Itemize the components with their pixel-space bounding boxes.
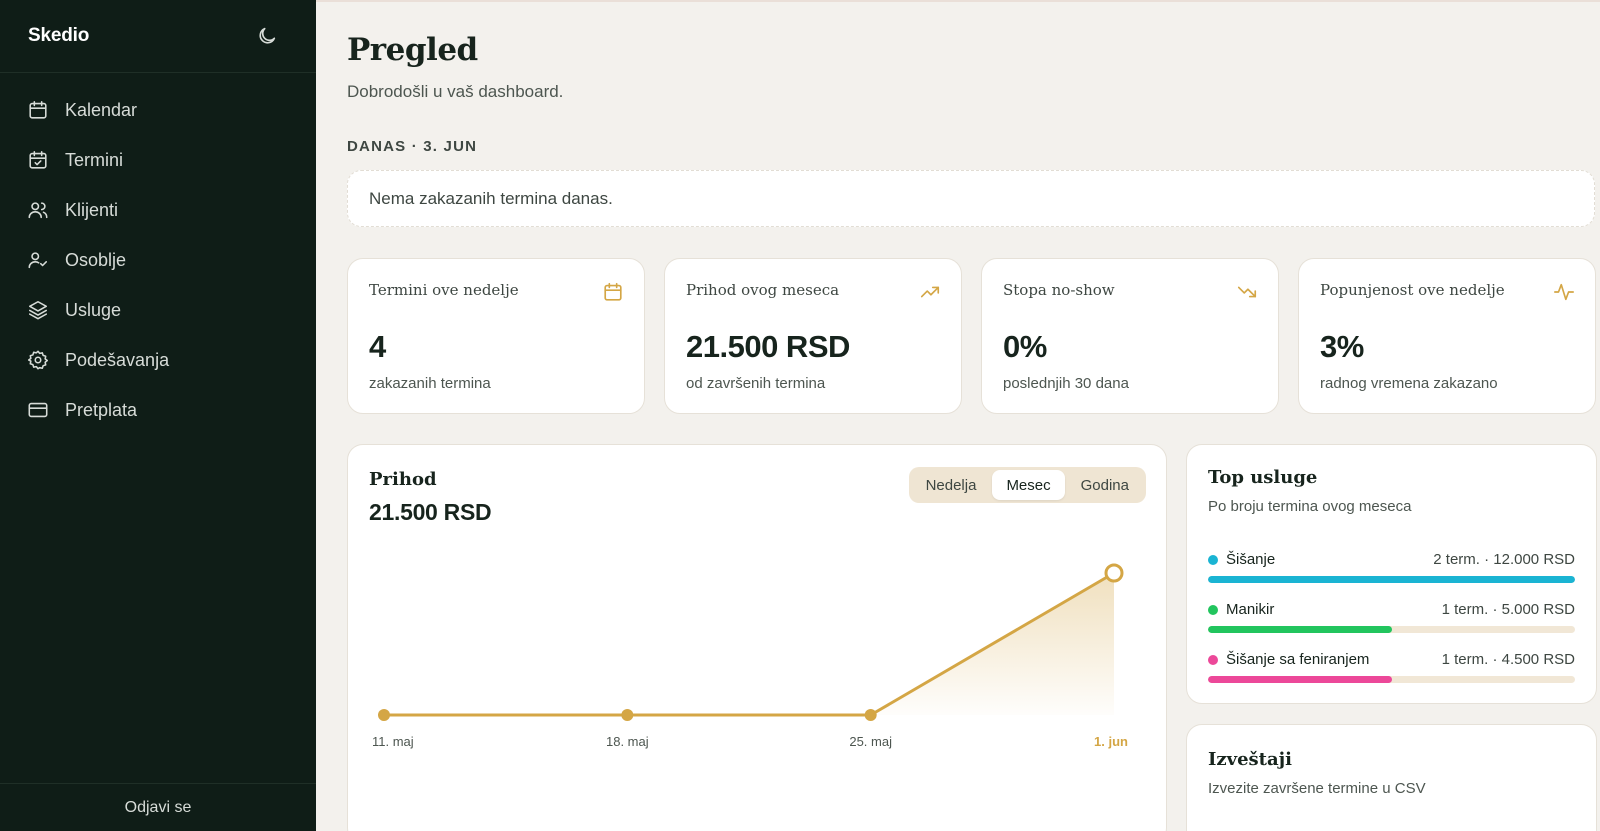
service-meta: 1 term. · 5.000 RSD: [1441, 601, 1575, 618]
service-meta: 2 term. · 12.000 RSD: [1433, 551, 1575, 568]
chart-total: 21.500 RSD: [369, 499, 492, 525]
stat-caption: od završenih termina: [686, 375, 826, 392]
stat-card-weekly-appointments: Termini ove nedelje 4 zakazanih termina: [347, 258, 645, 414]
service-row: Manikir 1 term. · 5.000 RSD: [1208, 601, 1575, 641]
sidebar-item-usluge[interactable]: Usluge: [0, 285, 316, 335]
logout-button[interactable]: Odjavi se: [0, 783, 316, 831]
empty-state-text: Nema zakazanih termina danas.: [369, 188, 613, 208]
layers-icon: [28, 300, 48, 320]
top-services-card: Top usluge Po broju termina ovog meseca …: [1186, 444, 1597, 704]
stat-caption: radnog vremena zakazano: [1320, 375, 1498, 392]
stat-caption: zakazanih termina: [369, 375, 491, 392]
sidebar: Skedio Kalendar Termini Klijenti Osoblje…: [0, 0, 316, 831]
brand-logo[interactable]: Skedio: [28, 25, 89, 47]
card-subtitle: Po broju termina ovog meseca: [1208, 498, 1412, 515]
revenue-chart-card: Prihod 21.500 RSD Nedelja Mesec Godina 1…: [347, 444, 1167, 831]
chart-area: [384, 573, 1114, 715]
theme-toggle-moon-icon[interactable]: [256, 25, 278, 47]
sidebar-item-podesavanja[interactable]: Podešavanja: [0, 335, 316, 385]
chart-x-tick-label: 25. maj: [849, 734, 892, 749]
brand-row: Skedio: [0, 0, 316, 73]
chart-point[interactable]: [1104, 563, 1124, 583]
sidebar-item-kalendar[interactable]: Kalendar: [0, 85, 316, 135]
service-bar-track: [1208, 626, 1575, 633]
sidebar-item-label: Pretplata: [65, 399, 138, 420]
stat-card-monthly-revenue: Prihod ovog meseca 21.500 RSD od završen…: [664, 258, 962, 414]
sidebar-item-label: Podešavanja: [65, 349, 170, 370]
calendar-icon: [29, 100, 47, 119]
chart-point[interactable]: [621, 709, 634, 721]
service-name: Šišanje sa feniranjem: [1226, 651, 1370, 668]
sidebar-nav: Kalendar Termini Klijenti Osoblje Usluge…: [0, 73, 316, 435]
service-bar-fill: [1208, 576, 1575, 583]
stat-label: Stopa no-show: [1003, 281, 1115, 299]
stat-value: 21.500 RSD: [686, 329, 850, 364]
service-bar-fill: [1208, 676, 1392, 683]
service-color-dot: [1208, 604, 1218, 615]
period-year-button[interactable]: Godina: [1067, 470, 1143, 500]
stat-caption: poslednjih 30 dana: [1003, 375, 1129, 392]
user-check-icon: [28, 252, 48, 269]
service-color-dot: [1208, 554, 1218, 565]
service-meta: 1 term. · 4.500 RSD: [1441, 651, 1575, 668]
revenue-chart: 11. maj 18. maj 25. maj 1. jun: [372, 563, 1128, 749]
sidebar-item-label: Klijenti: [65, 199, 119, 220]
sidebar-item-klijenti[interactable]: Klijenti: [0, 185, 316, 235]
trending-down-icon: [1237, 286, 1257, 298]
page-title: Pregled: [347, 32, 478, 68]
credit-card-icon: [28, 402, 48, 418]
chart-x-tick-label: 18. maj: [606, 734, 649, 749]
chart-x-tick-label: 11. maj: [372, 734, 414, 749]
service-bar-track: [1208, 576, 1575, 583]
sidebar-item-label: Usluge: [65, 299, 122, 320]
users-icon: [28, 202, 48, 219]
service-row: Šišanje 2 term. · 12.000 RSD: [1208, 551, 1575, 591]
reports-card: Izveštaji Izvezite završene termine u CS…: [1186, 724, 1597, 831]
today-label: DANAS · 3. JUN: [347, 138, 478, 155]
gear-icon: [27, 350, 49, 370]
stat-label: Popunjenost ove nedelje: [1320, 281, 1505, 299]
service-bar-fill: [1208, 626, 1392, 633]
chart-x-tick-label: 1. jun: [1094, 734, 1128, 749]
page-subtitle: Dobrodošli u vaš dashboard.: [347, 82, 564, 101]
service-name: Manikir: [1226, 601, 1275, 618]
card-title: Top usluge: [1208, 467, 1318, 488]
sidebar-item-osoblje[interactable]: Osoblje: [0, 235, 316, 285]
stat-value: 3%: [1320, 329, 1364, 364]
calendar-icon: [604, 282, 622, 301]
sidebar-item-label: Osoblje: [65, 249, 127, 270]
period-month-button[interactable]: Mesec: [992, 470, 1065, 500]
service-bar-track: [1208, 676, 1575, 683]
sidebar-item-label: Termini: [65, 149, 124, 170]
period-week-button[interactable]: Nedelja: [912, 470, 991, 500]
sidebar-item-pretplata[interactable]: Pretplata: [0, 385, 316, 435]
chart-point[interactable]: [378, 709, 390, 721]
card-subtitle: Izvezite završene termine u CSV: [1208, 780, 1426, 797]
stat-value: 4: [369, 329, 386, 364]
sidebar-item-termini[interactable]: Termini: [0, 135, 316, 185]
stat-card-no-show-rate: Stopa no-show 0% poslednjih 30 dana: [981, 258, 1279, 414]
stat-label: Prihod ovog meseca: [686, 281, 840, 299]
chart-point[interactable]: [864, 709, 877, 721]
today-empty-state: Nema zakazanih termina danas.: [347, 170, 1595, 227]
stat-label: Termini ove nedelje: [369, 281, 519, 299]
trending-up-icon: [920, 286, 940, 298]
activity-icon: [1554, 283, 1574, 301]
stat-card-weekly-occupancy: Popunjenost ove nedelje 3% radnog vremen…: [1298, 258, 1596, 414]
main-content: Pregled Dobrodošli u vaš dashboard. DANA…: [316, 0, 1600, 831]
chart-title: Prihod: [369, 469, 437, 490]
service-row: Šišanje sa feniranjem 1 term. · 4.500 RS…: [1208, 651, 1575, 691]
sidebar-item-label: Kalendar: [65, 99, 138, 120]
card-title: Izveštaji: [1208, 749, 1293, 770]
calendar-check-icon: [29, 150, 47, 169]
service-name: Šišanje: [1226, 551, 1276, 568]
period-segmented-control: Nedelja Mesec Godina: [908, 467, 1146, 503]
stat-value: 0%: [1003, 329, 1047, 364]
service-color-dot: [1208, 654, 1218, 665]
